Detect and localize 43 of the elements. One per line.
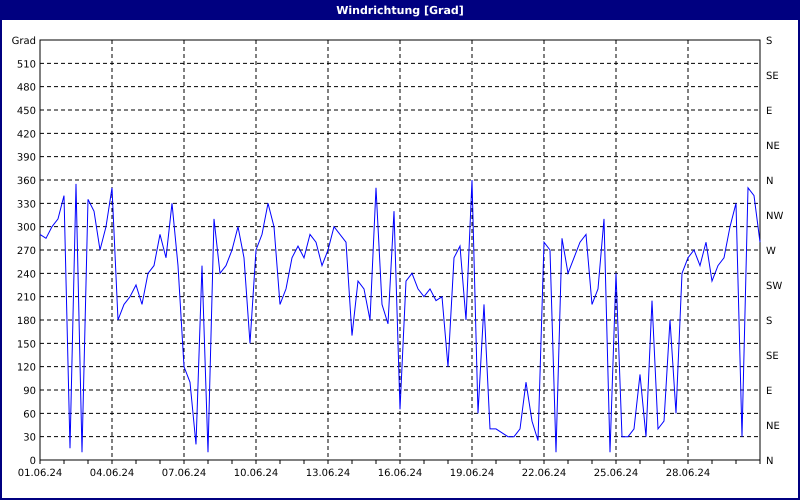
compass-axis-label: E [766, 106, 772, 117]
x-axis-label: 28.06.24 [666, 468, 710, 479]
x-axis-label: 22.06.24 [522, 468, 566, 479]
x-axis-label: 16.06.24 [378, 468, 422, 479]
x-axis-label: 04.06.24 [90, 468, 134, 479]
x-axis-label: 19.06.24 [450, 468, 494, 479]
y-axis-label: 510 [16, 59, 36, 70]
y-axis-label: 300 [16, 222, 36, 234]
y-axis-label: 390 [16, 152, 36, 164]
y-axis-label: 270 [16, 246, 36, 257]
y-axis-label: 30 [23, 432, 36, 444]
y-axis-title: Grad [12, 36, 36, 47]
compass-axis-label: NE [766, 141, 780, 152]
compass-axis-label: E [766, 386, 772, 397]
y-axis-label: 60 [23, 409, 36, 420]
compass-axis-label: SE [766, 71, 779, 82]
x-axis-label: 10.06.24 [234, 468, 278, 479]
compass-axis-label: W [766, 246, 776, 257]
x-axis-label: 25.06.24 [594, 468, 638, 479]
y-axis-label: 450 [16, 106, 36, 117]
x-axis-label: 13.06.24 [306, 468, 350, 479]
compass-axis-label: NE [766, 421, 780, 432]
y-axis-label: 360 [16, 176, 36, 187]
y-axis-label: 240 [16, 269, 36, 280]
y-axis-label: 0 [30, 456, 36, 467]
y-axis-label: 180 [16, 316, 36, 327]
compass-axis-label: SW [766, 281, 782, 292]
y-axis-label: 330 [16, 199, 36, 210]
compass-axis-label: N [766, 176, 774, 187]
y-axis-label: 480 [16, 82, 36, 94]
y-axis-label: 90 [23, 386, 36, 397]
y-axis-label: 420 [16, 129, 36, 140]
y-axis-label: 120 [16, 362, 36, 374]
compass-axis-label: SE [766, 351, 779, 362]
x-axis-label: 07.06.24 [162, 468, 206, 479]
window-title: Windrichtung [Grad] [2, 0, 798, 20]
compass-axis-label: S [766, 36, 772, 47]
y-axis-label: 210 [16, 292, 36, 304]
compass-axis-label: S [766, 316, 772, 327]
x-axis-label: 01.06.24 [18, 468, 62, 479]
y-axis-label: 150 [16, 339, 36, 350]
compass-axis-label: NW [766, 211, 784, 222]
compass-axis-label: N [766, 456, 774, 467]
